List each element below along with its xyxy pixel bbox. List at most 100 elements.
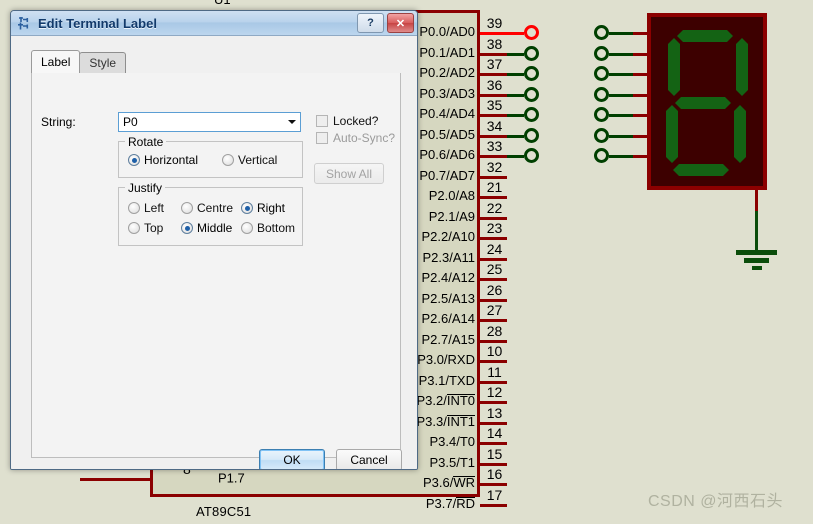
pin-stub-14[interactable] — [480, 442, 507, 445]
watermark-text: CSDN @河西石头 — [648, 493, 784, 510]
terminal-ring — [594, 107, 609, 122]
pin-number-11: 11 — [487, 363, 502, 380]
pin-label-12: P3.2/INT0 — [416, 393, 475, 408]
justify-groupbox — [118, 187, 303, 246]
pin-label-14: P3.4/T0 — [429, 434, 475, 449]
terminal-ring — [594, 45, 609, 61]
checkbox-locked-label: Locked? — [333, 114, 379, 128]
segment-c — [734, 105, 746, 163]
ground-bar-3 — [752, 266, 762, 270]
terminal-ring — [524, 127, 539, 143]
show-all-button[interactable]: Show All — [314, 163, 384, 184]
terminal-right-5[interactable] — [594, 106, 653, 123]
dialog-titlebar[interactable]: Edit Terminal Label ? ✕ — [11, 11, 417, 36]
pin-number-16: 16 — [486, 466, 503, 482]
pin-number-27: 27 — [486, 302, 503, 318]
checkbox-locked[interactable]: Locked? — [316, 114, 378, 128]
terminal-lead — [507, 134, 524, 138]
radio-rotate-horizontal[interactable]: Horizontal — [128, 153, 198, 167]
pin-stub-27[interactable] — [480, 319, 507, 322]
terminal-left-4[interactable] — [507, 86, 542, 103]
terminal-lead — [507, 73, 524, 76]
terminal-right-7[interactable] — [594, 147, 653, 164]
terminal-right-6[interactable] — [594, 127, 653, 144]
pin-number-38: 38 — [486, 35, 503, 52]
terminal-left-5[interactable] — [507, 106, 542, 123]
pin-number-17: 17 — [486, 486, 503, 503]
terminal-left-3[interactable] — [507, 65, 542, 82]
checkbox-auto-sync[interactable]: Auto-Sync? — [316, 131, 395, 145]
pin-stub-8[interactable] — [80, 478, 152, 481]
ground-bar-2 — [744, 258, 769, 263]
pin-stub-33[interactable] — [480, 155, 507, 158]
pin-stub-35[interactable] — [480, 114, 507, 117]
terminal-ring — [524, 45, 539, 61]
segment-b — [736, 38, 748, 96]
radio-justify-bottom[interactable]: Bottom — [241, 221, 295, 235]
dialog-body: Label Style String: P0 Rotate Horizontal… — [11, 36, 417, 469]
pin-label-13: P3.3/INT1 — [416, 413, 475, 429]
terminal-left-1[interactable] — [507, 24, 542, 41]
terminal-pin-icon — [17, 16, 32, 31]
terminal-left-6[interactable] — [507, 127, 542, 144]
seven-segment-display[interactable] — [647, 13, 767, 190]
pin-label-26: P2.5/A13 — [421, 290, 476, 306]
radio-justify-right[interactable]: Right — [241, 201, 285, 215]
pin-stub-25[interactable] — [480, 278, 507, 281]
radio-justify-centre[interactable]: Centre — [181, 201, 233, 215]
close-button[interactable]: ✕ — [387, 13, 414, 33]
terminal-ring — [594, 127, 609, 143]
terminal-right-3[interactable] — [594, 65, 653, 82]
pin-stub-17[interactable] — [480, 503, 507, 507]
terminal-lead — [507, 93, 524, 97]
radio-justify-top[interactable]: Top — [128, 221, 163, 235]
radio-justify-bottom-label: Bottom — [257, 221, 296, 235]
pin-number-26: 26 — [486, 281, 503, 298]
terminal-right-1[interactable] — [594, 24, 653, 41]
pin-stub-10[interactable] — [480, 360, 507, 363]
terminal-left-2[interactable] — [507, 45, 542, 62]
pin-number-28: 28 — [486, 322, 503, 339]
pin-number-23: 23 — [486, 220, 503, 236]
edit-terminal-label-dialog[interactable]: Edit Terminal Label ? ✕ Label Style Stri… — [10, 10, 418, 470]
pin-number-25: 25 — [486, 261, 503, 277]
pin-label-25: P2.4/A12 — [421, 270, 476, 285]
chevron-down-icon[interactable] — [283, 113, 300, 131]
radio-justify-top-label: Top — [144, 221, 164, 235]
radio-justify-left-label: Left — [144, 201, 165, 215]
ok-button[interactable]: OK — [259, 449, 325, 469]
pin-number-13: 13 — [486, 404, 503, 421]
pin-number-12: 12 — [486, 384, 503, 400]
pin-stub-12[interactable] — [480, 401, 507, 404]
pin-number-37: 37 — [486, 56, 503, 72]
terminal-left-7[interactable] — [507, 147, 542, 164]
pin-number-14: 14 — [486, 425, 503, 441]
segment-a — [677, 30, 733, 42]
cancel-button[interactable]: Cancel — [336, 449, 402, 469]
radio-justify-middle[interactable]: Middle — [181, 221, 232, 235]
pin-stub-16[interactable] — [480, 483, 507, 486]
pin-stub-21[interactable] — [480, 196, 507, 199]
tab-label[interactable]: Label — [31, 50, 81, 73]
pin-stub-37[interactable] — [480, 73, 507, 76]
terminal-right-2[interactable] — [594, 45, 653, 62]
radio-justify-right-label: Right — [257, 201, 286, 215]
terminal-ring — [524, 86, 539, 102]
help-button[interactable]: ? — [357, 13, 384, 33]
justify-group-caption: Justify — [125, 181, 166, 195]
terminal-right-4[interactable] — [594, 86, 653, 103]
ground-wire-upper — [755, 190, 758, 212]
pin-number-21: 21 — [486, 179, 503, 195]
pin-stub-23[interactable] — [480, 237, 507, 240]
tab-style[interactable]: Style — [79, 52, 127, 73]
string-field-label: String: — [41, 115, 76, 129]
radio-justify-left[interactable]: Left — [128, 201, 164, 215]
segment-e — [666, 105, 678, 163]
pin-label-24: P2.3/A11 — [422, 249, 475, 265]
pin-stub-39[interactable] — [480, 32, 507, 35]
terminal-ring — [594, 25, 609, 40]
pin-label-36: P0.3/AD3 — [419, 85, 475, 101]
pin-label-22: P2.1/A9 — [428, 208, 475, 224]
radio-rotate-vertical[interactable]: Vertical — [222, 153, 277, 167]
string-input[interactable]: P0 — [118, 112, 301, 132]
